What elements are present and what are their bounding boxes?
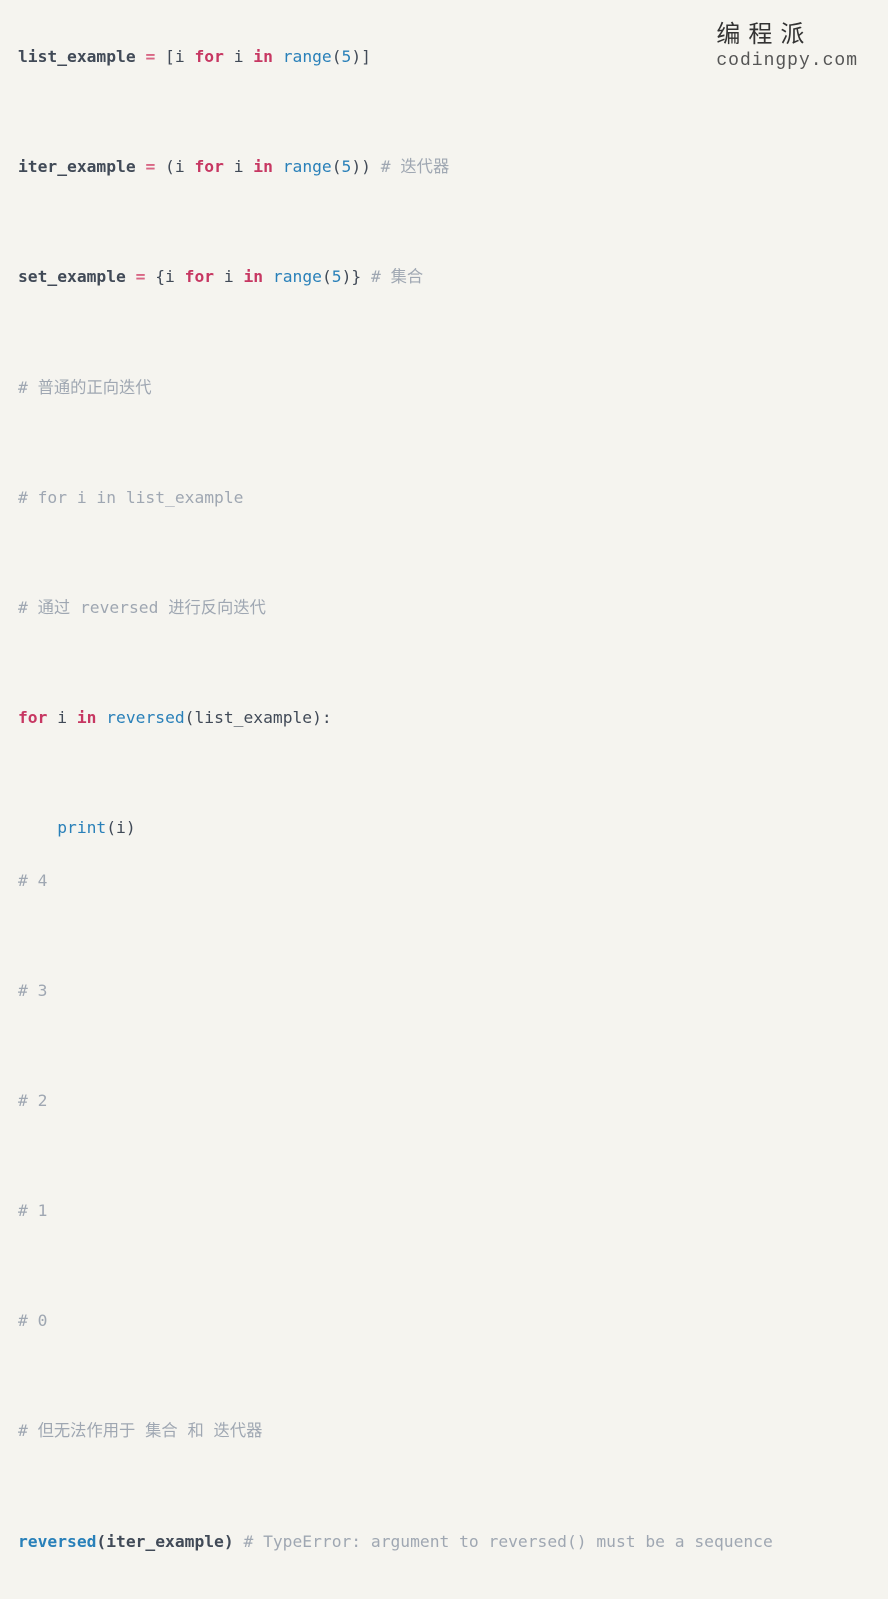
token-paren: )]: [351, 47, 371, 66]
token-name: i: [234, 47, 254, 66]
token-comment: # 4: [18, 871, 47, 890]
watermark-cn: 编程派: [716, 14, 858, 49]
token-comment: # 但无法作用于 集合 和 迭代器: [18, 1421, 262, 1440]
watermark-en: codingpy.com: [716, 51, 858, 71]
token-paren: (: [332, 157, 342, 176]
token-comment: # 通过 reversed 进行反向迭代: [18, 598, 266, 617]
code-comment-3: # 通过 reversed 进行反向迭代: [18, 595, 870, 621]
code-output-0: # 0: [18, 1308, 870, 1334]
token-keyword: in: [244, 267, 273, 286]
token-keyword: in: [77, 708, 106, 727]
code-comment-1: # 普通的正向迭代: [18, 375, 870, 401]
token-comment: # 集合: [371, 267, 423, 286]
token-name: list_example: [18, 47, 145, 66]
token-keyword: for: [185, 267, 224, 286]
token-name: iter_example: [18, 157, 145, 176]
token-number: 5: [342, 47, 352, 66]
code-line-2: iter_example = (i for i in range(5)) # 迭…: [18, 154, 870, 180]
token-keyword: for: [18, 708, 57, 727]
code-comment-2: # for i in list_example: [18, 485, 870, 511]
token-paren: (list_example):: [185, 708, 332, 727]
token-comment: # 1: [18, 1201, 47, 1220]
token-name: i: [234, 157, 254, 176]
code-output-3: # 3: [18, 978, 870, 1004]
token-function: range: [283, 47, 332, 66]
token-paren: )}: [342, 267, 371, 286]
token-function: reversed: [18, 1532, 96, 1551]
code-line-3: set_example = {i for i in range(5)} # 集合: [18, 264, 870, 290]
token-name: i: [224, 267, 244, 286]
watermark: 编程派 codingpy.com: [716, 14, 858, 71]
code-line-5: print(i): [18, 815, 870, 841]
code-output-2: # 2: [18, 1088, 870, 1114]
token-comment: # 普通的正向迭代: [18, 378, 152, 397]
token-op: =: [145, 47, 165, 66]
token-paren: (i): [106, 818, 135, 837]
token-comment: # for i in list_example: [18, 488, 243, 507]
token-name: i: [57, 708, 77, 727]
token-function: reversed: [106, 708, 184, 727]
token-paren: )): [351, 157, 380, 176]
code-comment-4: # 但无法作用于 集合 和 迭代器: [18, 1418, 870, 1444]
token-name: (i: [165, 157, 194, 176]
token-name: {i: [155, 267, 184, 286]
token-number: 5: [342, 157, 352, 176]
token-function: range: [283, 157, 332, 176]
code-output-4: # 4: [18, 868, 870, 894]
token-paren: (iter_example): [96, 1532, 243, 1551]
token-keyword: for: [194, 157, 233, 176]
code-line-6: reversed(iter_example) # TypeError: argu…: [18, 1529, 870, 1555]
token-comment: # 迭代器: [381, 157, 449, 176]
token-comment: # 3: [18, 981, 47, 1000]
token-paren: (: [332, 47, 342, 66]
token-keyword: in: [253, 47, 282, 66]
code-line-4: for i in reversed(list_example):: [18, 705, 870, 731]
token-number: 5: [332, 267, 342, 286]
token-comment: # TypeError: argument to reversed() must…: [243, 1532, 772, 1551]
token-function: print: [57, 818, 106, 837]
token-name: [i: [165, 47, 194, 66]
token-op: =: [136, 267, 156, 286]
token-function: range: [273, 267, 322, 286]
code-output-1: # 1: [18, 1198, 870, 1224]
token-keyword: in: [253, 157, 282, 176]
token-keyword: for: [194, 47, 233, 66]
token-op: =: [145, 157, 165, 176]
token-indent: [18, 818, 57, 837]
token-name: set_example: [18, 267, 136, 286]
token-comment: # 0: [18, 1311, 47, 1330]
token-paren: (: [322, 267, 332, 286]
code-block: list_example = [i for i in range(5)] ite…: [0, 0, 888, 1599]
token-comment: # 2: [18, 1091, 47, 1110]
